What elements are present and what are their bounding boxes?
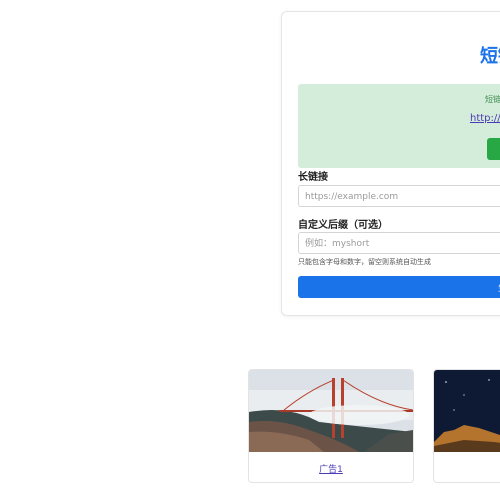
custom-suffix-label: 自定义后缀（可选） [298, 220, 388, 231]
long-url-input[interactable]: https://example.com [298, 185, 500, 207]
generate-button[interactable]: 生 [298, 276, 500, 298]
custom-suffix-input[interactable]: 例如：myshort [298, 232, 500, 254]
success-alert [298, 84, 500, 168]
ad-link-1[interactable]: 广告1 [249, 462, 413, 475]
short-url-link[interactable]: http:// [470, 113, 500, 124]
ad-card-1[interactable]: 广告1 [248, 369, 414, 483]
page-title: 短链 [480, 46, 500, 67]
bridge-image [249, 370, 413, 452]
night-sky-image [434, 370, 500, 452]
long-url-label: 长链接 [298, 172, 328, 183]
ad-card-2[interactable] [433, 369, 500, 483]
alert-message: 短链 [485, 95, 500, 104]
copy-button[interactable] [487, 138, 500, 160]
suffix-help-text: 只能包含字母和数字，留空则系统自动生成 [298, 258, 431, 266]
